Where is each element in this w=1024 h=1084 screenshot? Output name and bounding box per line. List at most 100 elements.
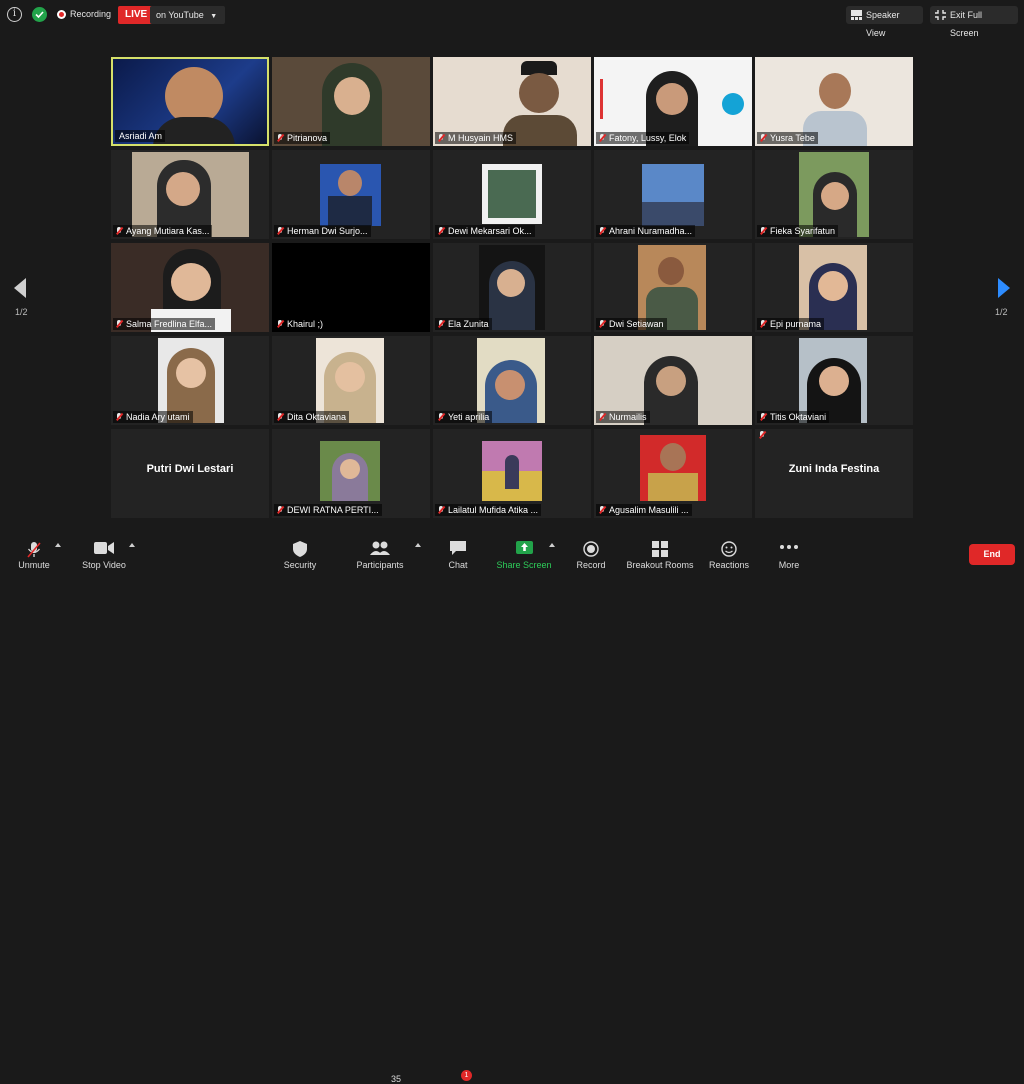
youtube-dropdown[interactable]: on YouTube ▼ [150, 6, 226, 24]
participant-tile[interactable]: Yeti aprilia [433, 336, 591, 425]
live-badge: LIVE [118, 6, 155, 24]
participant-name: M Husyain HMS [435, 132, 517, 144]
participant-tile[interactable]: Agusalim Masulili ... [594, 429, 752, 518]
muted-mic-icon [277, 134, 283, 142]
breakout-rooms-icon [652, 541, 668, 557]
video-options-caret-icon[interactable] [129, 543, 135, 547]
participant-tile[interactable]: Khairul ;) [272, 243, 430, 332]
info-icon[interactable]: i [7, 7, 22, 22]
unmute-label: Unmute [18, 560, 50, 570]
muted-mic-icon [277, 227, 283, 235]
participant-face [656, 83, 688, 115]
participant-name: Epi purnama [757, 318, 825, 330]
participant-name: Salma Fredlina Elfa... [113, 318, 216, 330]
participant-face [497, 269, 525, 297]
participant-suit [328, 196, 372, 226]
participant-tile[interactable]: Dwi Setiawan [594, 243, 752, 332]
participant-name: Yusra Tebe [757, 132, 818, 144]
security-button[interactable]: Security [280, 533, 320, 575]
participant-tile[interactable]: Nadia Ary utami [111, 336, 269, 425]
shield-icon[interactable] [32, 7, 47, 22]
reactions-label: Reactions [708, 560, 750, 570]
breakout-rooms-button[interactable]: Breakout Rooms [626, 533, 694, 575]
participant-face [658, 257, 684, 285]
participant-name: Agusalim Masulili ... [596, 504, 692, 516]
recording-label: Recording [70, 9, 112, 19]
participant-face [171, 263, 211, 301]
participant-shirt [153, 117, 235, 144]
participant-tile[interactable]: Titis Oktaviani [755, 336, 913, 425]
participant-tile[interactable]: Nurmailis [594, 336, 752, 425]
participant-face [340, 459, 360, 479]
participant-tile[interactable]: Salma Fredlina Elfa... [111, 243, 269, 332]
reactions-button[interactable]: Reactions [706, 533, 752, 575]
previous-page-arrow-icon[interactable] [14, 278, 26, 298]
participant-name: DEWI RATNA PERTI... [274, 504, 382, 516]
muted-mic-icon [116, 413, 122, 421]
participant-name: Ahrani Nuramadha... [596, 225, 696, 237]
participant-tile[interactable]: Lailatul Mufida Atika ... [433, 429, 591, 518]
participants-label: Participants [356, 560, 404, 570]
participants-button[interactable]: Participants [352, 533, 408, 575]
participant-face [495, 370, 525, 400]
participant-name: Fatony, Lussy, Elok [596, 132, 690, 144]
muted-mic-icon [599, 227, 605, 235]
muted-mic-icon [438, 227, 444, 235]
participant-tile[interactable]: Dita Oktaviana [272, 336, 430, 425]
share-screen-label: Share Screen [496, 560, 552, 570]
muted-mic-icon [277, 506, 283, 514]
audio-options-caret-icon[interactable] [55, 543, 61, 547]
youtube-label: on YouTube [156, 10, 204, 20]
participant-tile[interactable]: Ahrani Nuramadha... [594, 150, 752, 239]
share-options-caret-icon[interactable] [549, 543, 555, 547]
participant-tile[interactable]: Fatony, Lussy, Elok [594, 57, 752, 146]
record-button[interactable]: Record [575, 533, 607, 575]
participant-tile[interactable]: Ela Zunita [433, 243, 591, 332]
breakout-rooms-label: Breakout Rooms [626, 560, 694, 570]
muted-mic-icon [438, 506, 444, 514]
participant-tile[interactable]: M Husyain HMS [433, 57, 591, 146]
muted-mic-icon [760, 227, 766, 235]
page-indicator-left: 1/2 [15, 307, 28, 317]
chat-button[interactable]: Chat [442, 533, 474, 575]
participant-tile[interactable]: Fieka Syarifatun [755, 150, 913, 239]
end-meeting-button[interactable]: End [969, 544, 1015, 565]
participants-icon [370, 541, 390, 555]
participant-tile[interactable]: Ayang Mutiara Kas... [111, 150, 269, 239]
participant-face [176, 358, 206, 388]
speaker-view-label: Speaker View [866, 10, 900, 38]
participants-options-caret-icon[interactable] [415, 543, 421, 547]
participant-name-large: Putri Dwi Lestari [146, 463, 234, 475]
recording-indicator[interactable]: Recording [57, 9, 111, 19]
more-button[interactable]: More [772, 533, 806, 575]
participant-tile[interactable]: Herman Dwi Surjo... [272, 150, 430, 239]
participant-name: Dita Oktaviana [274, 411, 350, 423]
participant-tile[interactable]: Dewi Mekarsari Ok... [433, 150, 591, 239]
muted-mic-icon [277, 320, 283, 328]
video-camera-icon [94, 542, 114, 554]
participant-tile[interactable]: Pitrianova [272, 57, 430, 146]
participant-tile[interactable]: DEWI RATNA PERTI... [272, 429, 430, 518]
participant-tile[interactable]: Asriadi Am [111, 57, 269, 146]
speaker-view-button[interactable]: Speaker View [846, 6, 923, 38]
share-screen-button[interactable]: Share Screen [494, 533, 554, 575]
next-page-arrow-icon[interactable] [998, 278, 1010, 298]
video-grid: Asriadi Am Pitrianova M Husyain HMS Fato… [111, 57, 913, 518]
exit-full-screen-button[interactable]: Exit Full Screen [930, 6, 1018, 38]
participant-name: Fieka Syarifatun [757, 225, 839, 237]
participant-name: Herman Dwi Surjo... [274, 225, 371, 237]
participant-name: Ayang Mutiara Kas... [113, 225, 213, 237]
participant-tile[interactable]: Yusra Tebe [755, 57, 913, 146]
unmute-button[interactable]: Unmute [12, 533, 56, 575]
dropdown-arrow-icon: ▼ [210, 13, 218, 20]
participant-tile[interactable]: Epi purnama [755, 243, 913, 332]
participant-face [335, 362, 365, 392]
participant-face [334, 77, 370, 115]
muted-microphone-icon [27, 542, 41, 558]
participant-tile[interactable]: Zuni Inda Festina [755, 429, 913, 518]
muted-mic-icon [116, 227, 122, 235]
stop-video-button[interactable]: Stop Video [78, 533, 130, 575]
exit-full-screen-label: Exit Full Screen [950, 10, 983, 38]
meeting-toolbar: Unmute Stop Video Security Participants … [0, 533, 1024, 1084]
participant-tile[interactable]: Putri Dwi Lestari [111, 429, 269, 518]
